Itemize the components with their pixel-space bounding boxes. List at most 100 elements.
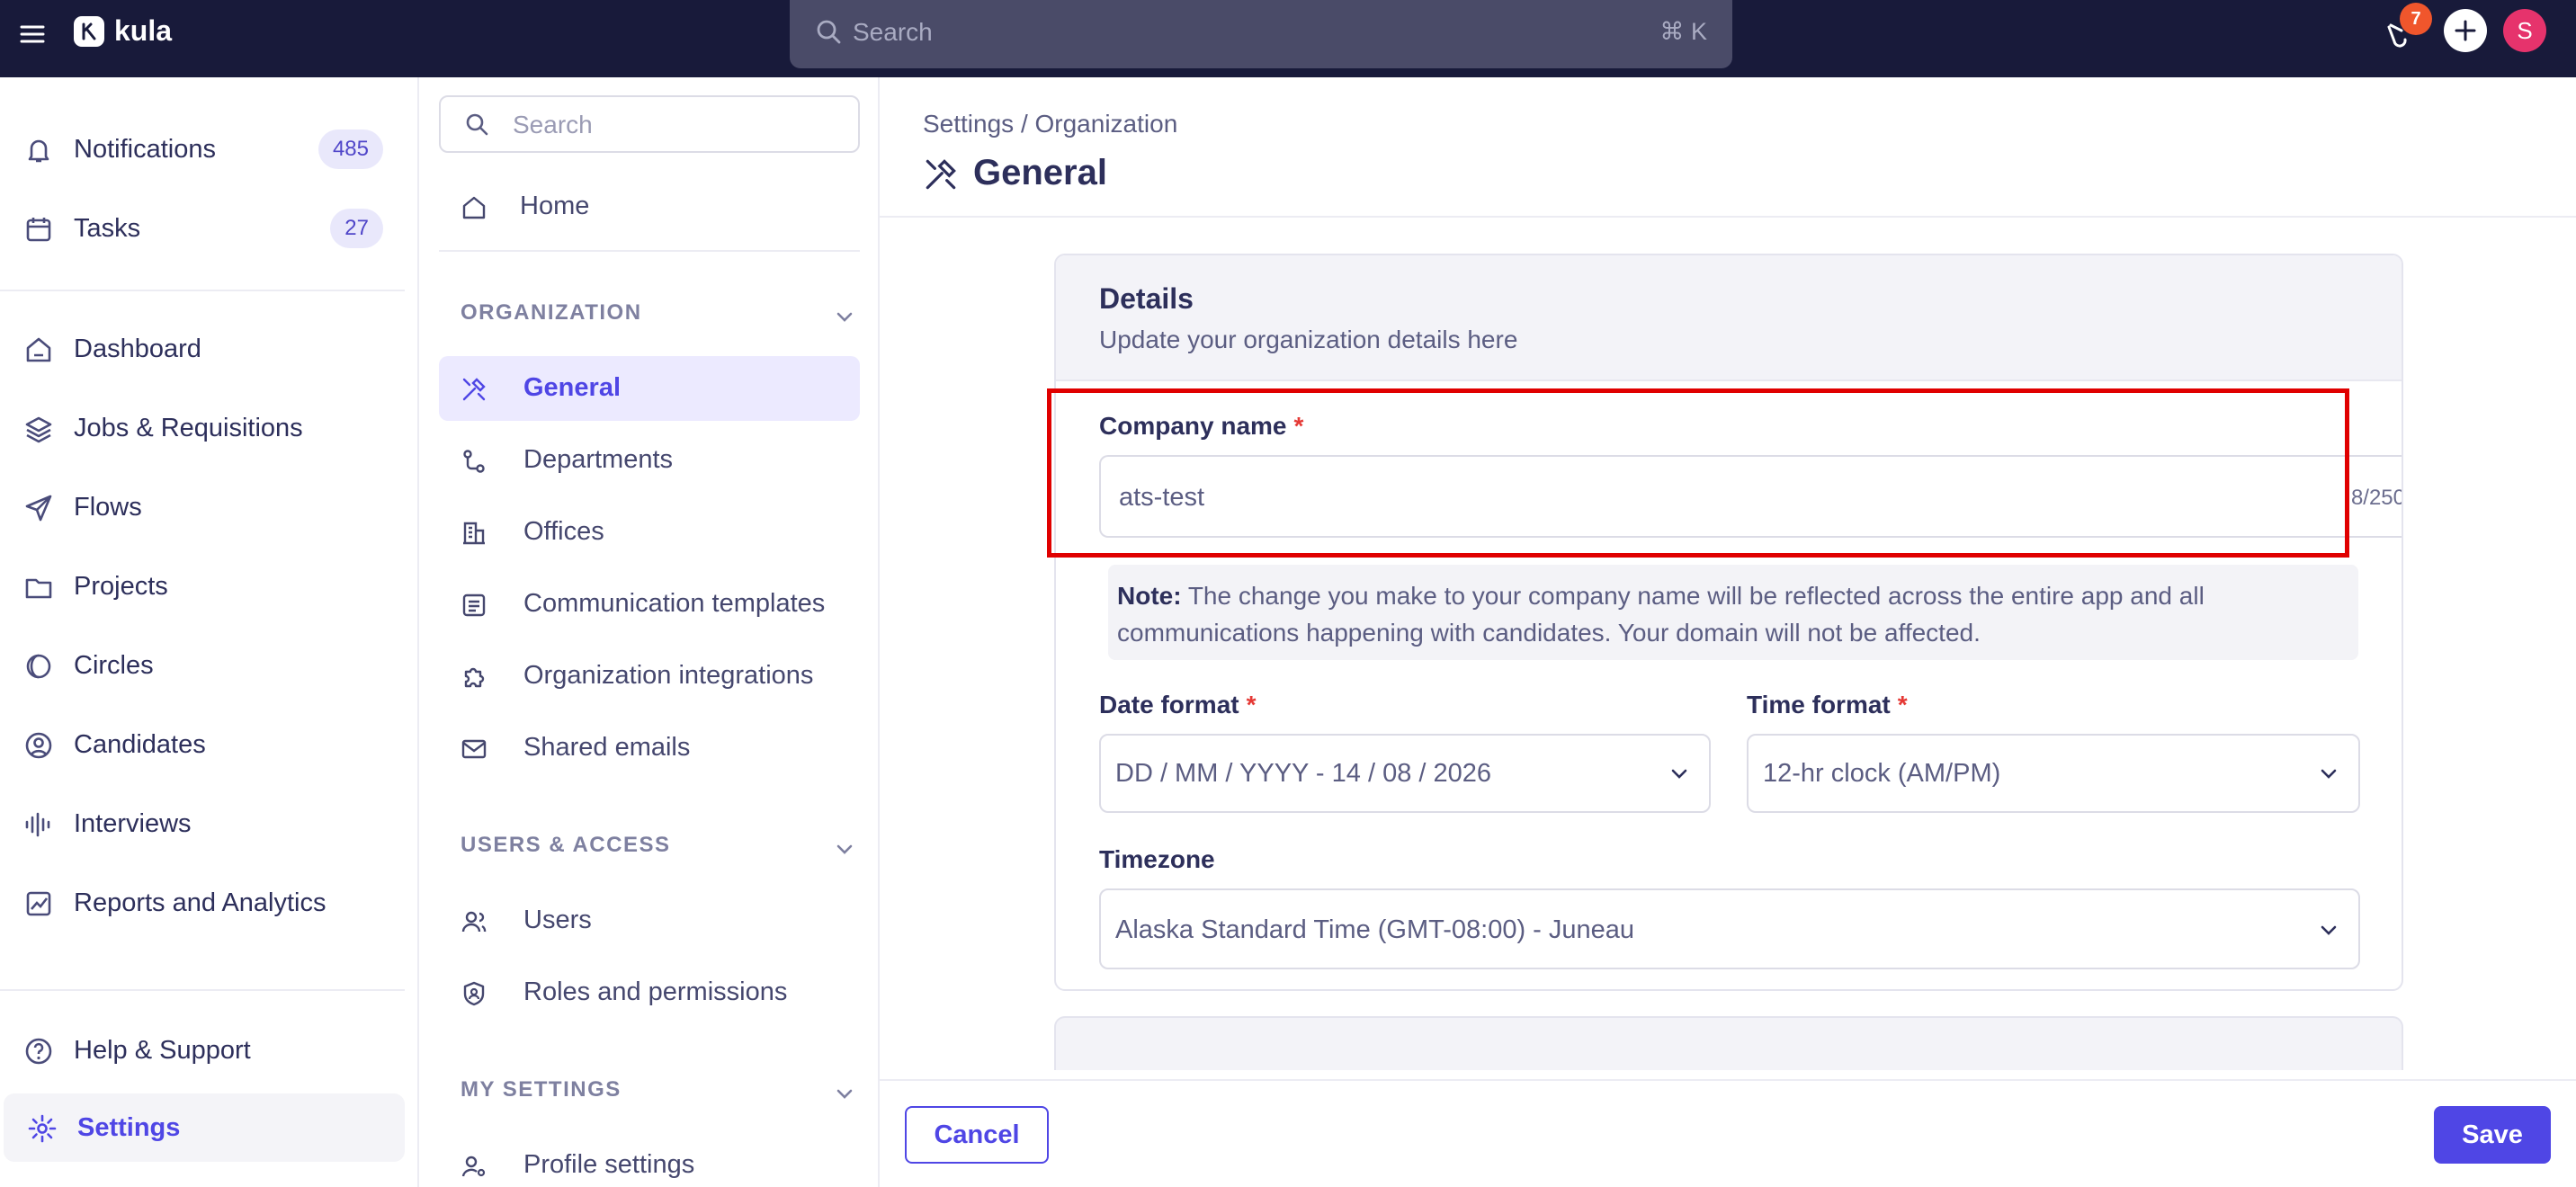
sub-item-communication-templates[interactable]: Communication templates	[439, 572, 860, 637]
time-format-label: Time format *	[1747, 691, 1908, 719]
date-format-label-text: Date format	[1099, 691, 1239, 718]
sub-item-users[interactable]: Users	[439, 888, 860, 953]
settings-search-input[interactable]: Search	[439, 95, 860, 153]
section-header-users-access[interactable]: USERS & ACCESS	[461, 833, 856, 869]
nav-label: Tasks	[74, 213, 141, 243]
layers-icon	[23, 414, 54, 444]
sub-item-label: Shared emails	[523, 733, 691, 762]
nav-item-help-support[interactable]: Help & Support	[0, 1016, 405, 1084]
section-title: USERS & ACCESS	[461, 833, 671, 857]
company-name-note: Note: The change you make to your compan…	[1108, 565, 2358, 660]
form-footer: Cancel Save	[880, 1079, 2576, 1187]
search-icon	[464, 112, 491, 138]
nav-item-settings[interactable]: Settings	[4, 1093, 405, 1162]
sub-item-label: Home	[520, 192, 590, 220]
nav-label: Interviews	[74, 808, 192, 838]
sub-item-general[interactable]: General	[439, 356, 860, 421]
nav-item-circles[interactable]: Circles	[0, 631, 405, 700]
search-placeholder: Search	[853, 18, 933, 46]
sub-item-home[interactable]: Home	[439, 174, 860, 239]
time-format-label-text: Time format	[1747, 691, 1891, 718]
send-icon	[23, 493, 54, 523]
section-header-my-settings[interactable]: MY SETTINGS	[461, 1077, 856, 1113]
settings-sub-navigation: Search Home ORGANIZATION General Departm…	[419, 77, 880, 1187]
sub-item-departments[interactable]: Departments	[439, 428, 860, 493]
template-icon	[461, 592, 487, 619]
nav-item-dashboard[interactable]: Dashboard	[0, 315, 405, 383]
notification-count-badge: 7	[2400, 3, 2432, 35]
nav-label: Flows	[74, 492, 142, 522]
cancel-button[interactable]: Cancel	[905, 1106, 1049, 1164]
tools-icon	[461, 376, 487, 403]
nav-item-notifications[interactable]: Notifications 485	[0, 115, 405, 183]
time-format-value: 12-hr clock (AM/PM)	[1763, 759, 2001, 788]
circles-icon	[23, 651, 54, 682]
user-avatar[interactable]: S	[2503, 9, 2546, 52]
nav-item-jobs-requisitions[interactable]: Jobs & Requisitions	[0, 394, 405, 462]
next-card-partial	[1054, 1016, 2403, 1070]
gear-icon	[27, 1113, 58, 1144]
settings-search-placeholder: Search	[513, 111, 593, 138]
sub-item-offices[interactable]: Offices	[439, 500, 860, 565]
note-text: Note: The change you make to your compan…	[1117, 577, 2349, 651]
sub-item-label: Departments	[523, 445, 674, 474]
nav-item-reports-analytics[interactable]: Reports and Analytics	[0, 869, 405, 937]
nav-item-tasks[interactable]: Tasks 27	[0, 194, 405, 263]
sub-item-shared-emails[interactable]: Shared emails	[439, 716, 860, 781]
user-gear-icon	[461, 1153, 487, 1180]
menu-icon[interactable]	[18, 20, 47, 49]
building-icon	[461, 520, 487, 547]
date-format-label: Date format *	[1099, 691, 1257, 719]
breadcrumb: Settings / Organization	[923, 110, 1178, 138]
nav-item-interviews[interactable]: Interviews	[0, 790, 405, 858]
search-icon	[815, 18, 844, 47]
nav-label: Settings	[77, 1112, 181, 1142]
nav-divider	[0, 989, 405, 991]
timezone-select[interactable]: Alaska Standard Time (GMT-08:00) - Junea…	[1099, 888, 2360, 969]
sub-item-label: Organization integrations	[523, 661, 814, 690]
company-name-char-counter: 8/250	[2350, 486, 2403, 510]
nav-label: Circles	[74, 650, 154, 680]
chevron-down-icon	[2317, 763, 2340, 786]
sub-item-label: Roles and permissions	[523, 977, 788, 1006]
section-header-organization[interactable]: ORGANIZATION	[461, 300, 856, 336]
logo-text[interactable]: kula	[114, 14, 172, 48]
shield-user-icon	[461, 980, 487, 1007]
nav-label: Reports and Analytics	[74, 888, 326, 917]
nav-label: Notifications	[74, 134, 216, 164]
nav-divider	[0, 290, 405, 291]
sub-item-profile-settings[interactable]: Profile settings	[439, 1133, 860, 1187]
date-format-select[interactable]: DD / MM / YYYY - 14 / 08 / 2026	[1099, 734, 1711, 813]
chevron-down-icon	[833, 1083, 856, 1106]
timezone-value: Alaska Standard Time (GMT-08:00) - Junea…	[1115, 915, 1635, 944]
sub-item-label: Profile settings	[523, 1150, 695, 1179]
time-format-select[interactable]: 12-hr clock (AM/PM)	[1747, 734, 2360, 813]
mail-icon	[461, 736, 487, 763]
global-search-bar[interactable]: Search ⌘ K	[790, 0, 1732, 68]
sub-item-roles-permissions[interactable]: Roles and permissions	[439, 960, 860, 1025]
note-body: The change you make to your company name…	[1117, 582, 2205, 647]
save-button[interactable]: Save	[2434, 1106, 2551, 1164]
nav-item-candidates[interactable]: Candidates	[0, 710, 405, 779]
required-asterisk: *	[1897, 691, 1908, 718]
header-divider	[880, 216, 2576, 218]
nav-item-flows[interactable]: Flows	[0, 473, 405, 541]
nav-item-projects[interactable]: Projects	[0, 552, 405, 620]
home-icon	[461, 194, 487, 221]
details-card-header: Details Update your organization details…	[1056, 255, 2402, 381]
sub-item-organization-integrations[interactable]: Organization integrations	[439, 644, 860, 709]
nav-label: Jobs & Requisitions	[74, 413, 303, 442]
search-shortcut: ⌘ K	[1659, 18, 1707, 45]
chevron-down-icon	[833, 838, 856, 861]
create-plus-button[interactable]	[2444, 9, 2487, 52]
nav-label: Candidates	[74, 729, 206, 759]
date-format-value: DD / MM / YYYY - 14 / 08 / 2026	[1115, 759, 1492, 788]
puzzle-icon	[461, 664, 487, 691]
nav-label: Help & Support	[74, 1035, 251, 1065]
tasks-count-badge: 27	[330, 209, 383, 248]
nav-label: Projects	[74, 571, 168, 601]
chevron-down-icon	[833, 306, 856, 329]
timezone-label: Timezone	[1099, 845, 1215, 873]
folder-icon	[23, 572, 54, 602]
kula-logo-icon[interactable]	[74, 16, 104, 47]
